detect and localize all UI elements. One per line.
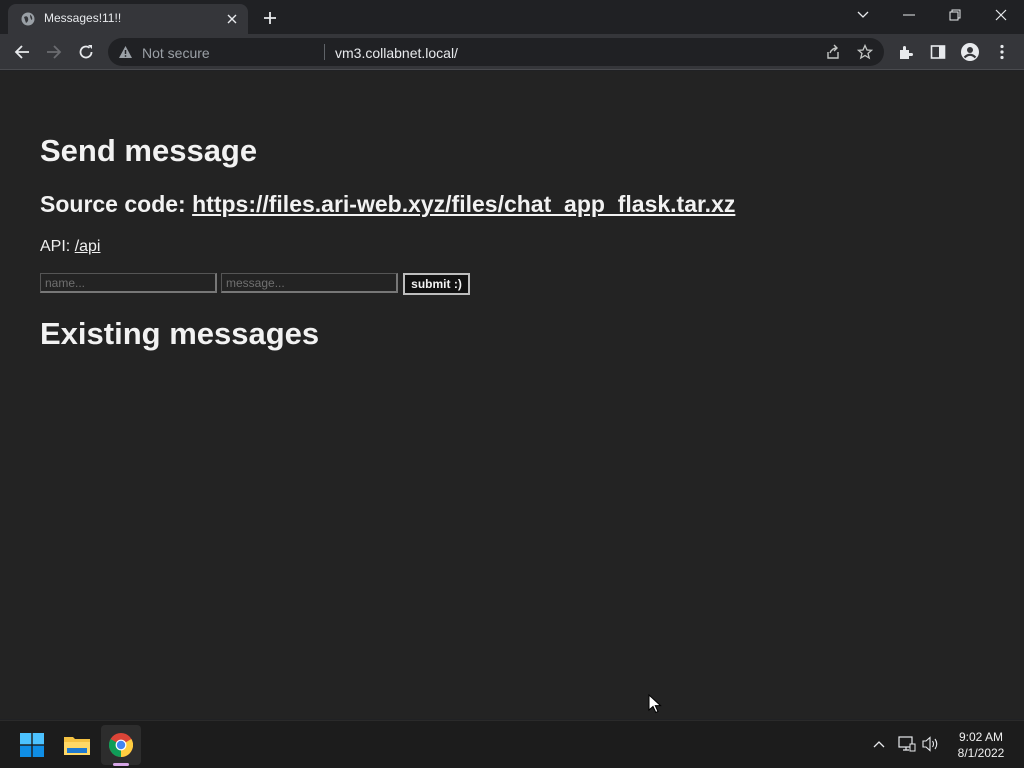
- restore-icon[interactable]: [932, 0, 978, 30]
- profile-icon[interactable]: [958, 40, 982, 64]
- mouse-cursor-icon: [648, 694, 662, 714]
- menu-kebab-icon[interactable]: [990, 40, 1014, 64]
- submit-button[interactable]: submit :): [403, 273, 470, 295]
- share-icon[interactable]: [824, 43, 842, 61]
- clock-time: 9:02 AM: [958, 730, 1004, 744]
- tab-search-icon[interactable]: [840, 0, 886, 30]
- file-explorer-icon[interactable]: [57, 725, 97, 765]
- api-line: API: /api: [40, 238, 100, 256]
- active-app-indicator: [113, 763, 129, 766]
- browser-toolbar: Not secure vm3.collabnet.local/: [0, 34, 1024, 70]
- clock-date: 8/1/2022: [957, 746, 1005, 760]
- name-input[interactable]: [40, 273, 217, 293]
- reload-icon[interactable]: [72, 38, 100, 66]
- source-code-heading: Source code: https://files.ari-web.xyz/f…: [40, 191, 735, 218]
- system-clock[interactable]: 9:02 AM 8/1/2022: [950, 729, 1012, 761]
- volume-icon[interactable]: [920, 733, 942, 755]
- forward-icon[interactable]: [40, 38, 68, 66]
- url-text[interactable]: vm3.collabnet.local/: [335, 45, 458, 61]
- close-window-icon[interactable]: [978, 0, 1024, 30]
- existing-messages-heading: Existing messages: [40, 316, 320, 351]
- address-bar[interactable]: Not secure vm3.collabnet.local/: [108, 38, 884, 66]
- omnibox-divider: [324, 44, 325, 60]
- send-message-heading: Send message: [40, 133, 258, 168]
- chevron-up-icon[interactable]: [868, 733, 890, 755]
- warning-icon[interactable]: [118, 45, 133, 59]
- chrome-icon[interactable]: [101, 725, 141, 765]
- windows-taskbar: 9:02 AM 8/1/2022: [0, 720, 1024, 768]
- start-icon[interactable]: [12, 725, 52, 765]
- browser-titlebar: Messages!11!!: [0, 0, 1024, 34]
- network-icon[interactable]: [896, 733, 918, 755]
- minimize-icon[interactable]: [886, 0, 932, 30]
- api-link[interactable]: /api: [75, 238, 101, 255]
- web-page: Send message Source code: https://files.…: [0, 71, 1024, 719]
- tab-title: Messages!11!!: [44, 11, 122, 25]
- new-tab-icon[interactable]: [259, 7, 281, 29]
- security-label[interactable]: Not secure: [142, 45, 210, 61]
- api-prefix: API:: [40, 238, 75, 255]
- source-code-link[interactable]: https://files.ari-web.xyz/files/chat_app…: [192, 191, 735, 217]
- message-input[interactable]: [221, 273, 398, 293]
- browser-tab[interactable]: Messages!11!!: [8, 4, 248, 34]
- side-panel-icon[interactable]: [926, 40, 950, 64]
- bookmark-star-icon[interactable]: [856, 43, 874, 61]
- source-code-prefix: Source code:: [40, 191, 193, 217]
- globe-icon: [21, 12, 35, 26]
- back-icon[interactable]: [8, 38, 36, 66]
- tab-close-icon[interactable]: [224, 11, 240, 27]
- extensions-icon[interactable]: [894, 40, 918, 64]
